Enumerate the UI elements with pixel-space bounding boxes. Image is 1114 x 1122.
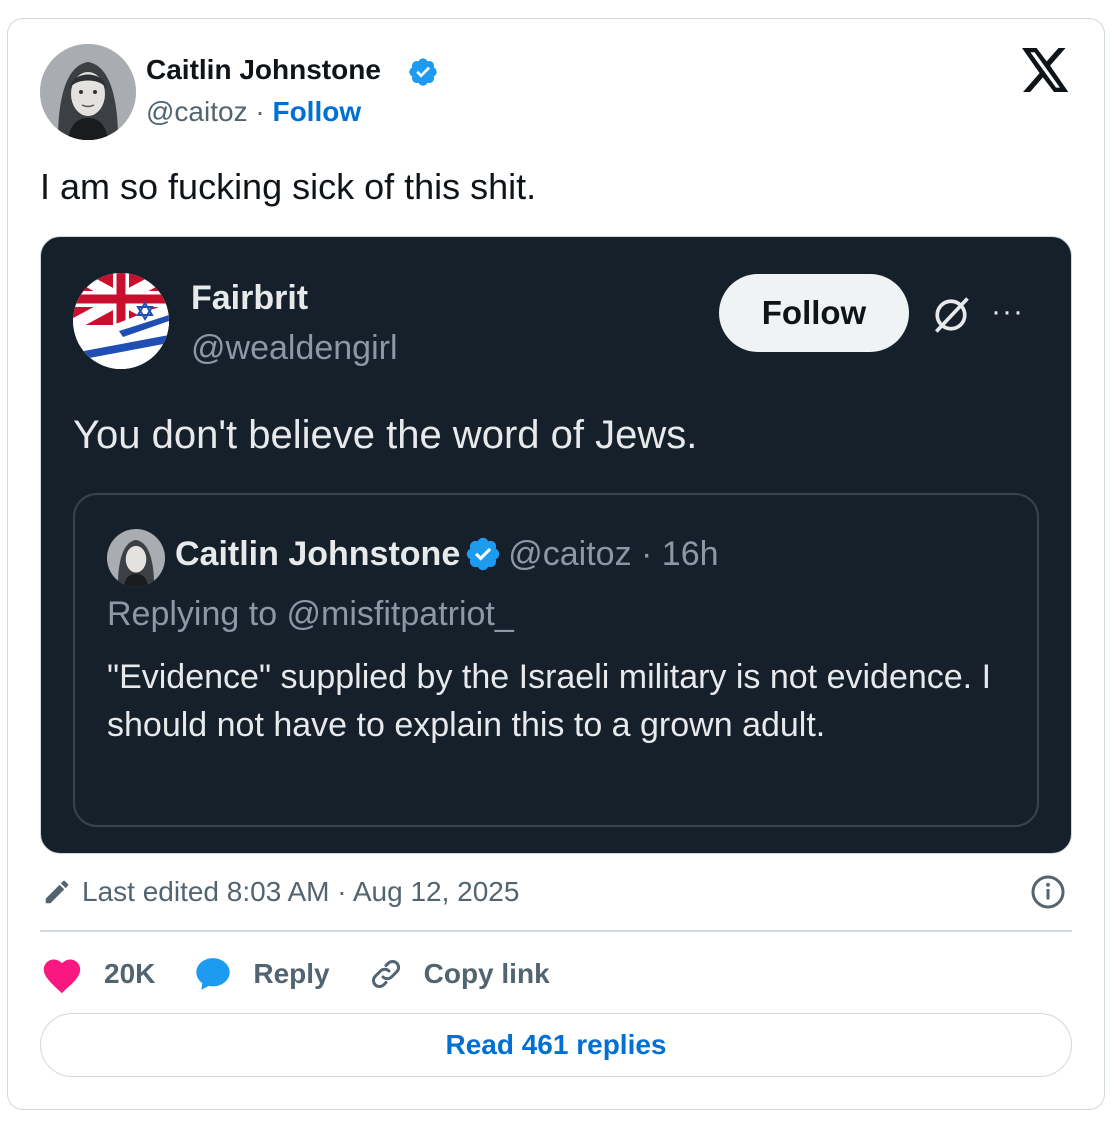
inner-quote-replying-to: Replying to @misfitpatriot_ bbox=[107, 595, 514, 633]
like-count: 20K bbox=[104, 958, 156, 989]
pencil-icon bbox=[45, 880, 69, 904]
copy-link-button[interactable]: Copy link bbox=[368, 956, 550, 992]
verified-badge-icon bbox=[467, 537, 500, 571]
reply-button[interactable]: Reply bbox=[193, 954, 330, 994]
verified-badge-icon bbox=[409, 58, 437, 86]
quoted-screenshot: Fairbrit @wealdengirl Follow ··· You don… bbox=[40, 236, 1072, 854]
read-replies-button[interactable]: Read 461 replies bbox=[40, 1013, 1072, 1077]
quoted-avatar bbox=[73, 273, 169, 369]
heart-icon bbox=[43, 959, 81, 994]
divider bbox=[40, 930, 1072, 932]
x-logo-icon[interactable] bbox=[1022, 48, 1070, 92]
link-icon bbox=[371, 960, 400, 988]
grok-icon bbox=[935, 297, 969, 333]
inner-quote-header: Caitlin Johnstone @caitoz · 16h bbox=[175, 535, 719, 574]
edited-timestamp[interactable]: Last edited 8:03 AM · Aug 12, 2025 bbox=[82, 876, 519, 908]
author-name[interactable]: Caitlin Johnstone bbox=[146, 54, 381, 86]
quoted-tweet-text: You don't believe the word of Jews. bbox=[73, 413, 698, 457]
author-handle[interactable]: @caitoz bbox=[146, 96, 248, 127]
inner-quote-meta: @caitoz · 16h bbox=[508, 535, 719, 573]
quoted-author-name: Fairbrit bbox=[191, 279, 309, 317]
author-handle-row: @caitoz · Follow bbox=[146, 96, 361, 128]
follow-link[interactable]: Follow bbox=[272, 96, 361, 127]
info-icon[interactable] bbox=[1030, 874, 1066, 910]
inner-quote-avatar bbox=[107, 529, 165, 587]
more-icon: ··· bbox=[991, 295, 1024, 328]
inner-quote-author-name: Caitlin Johnstone bbox=[175, 535, 461, 573]
quoted-author-handle: @wealdengirl bbox=[191, 329, 398, 367]
tweet-text: I am so fucking sick of this shit. bbox=[40, 166, 537, 207]
like-button[interactable]: 20K bbox=[40, 954, 155, 994]
author-avatar[interactable] bbox=[40, 44, 136, 140]
action-bar: 20K Reply Copy link bbox=[40, 950, 588, 998]
inner-quote: Caitlin Johnstone @caitoz · 16h Replying … bbox=[73, 493, 1039, 827]
edited-row[interactable]: Last edited 8:03 AM · Aug 12, 2025 bbox=[42, 872, 519, 912]
reply-bubble-icon bbox=[196, 958, 231, 990]
quoted-follow-button: Follow bbox=[719, 274, 909, 352]
copy-link-label: Copy link bbox=[423, 958, 550, 989]
separator: · bbox=[247, 96, 273, 127]
reply-label: Reply bbox=[253, 958, 330, 989]
inner-quote-text: "Evidence" supplied by the Israeli milit… bbox=[107, 658, 992, 744]
